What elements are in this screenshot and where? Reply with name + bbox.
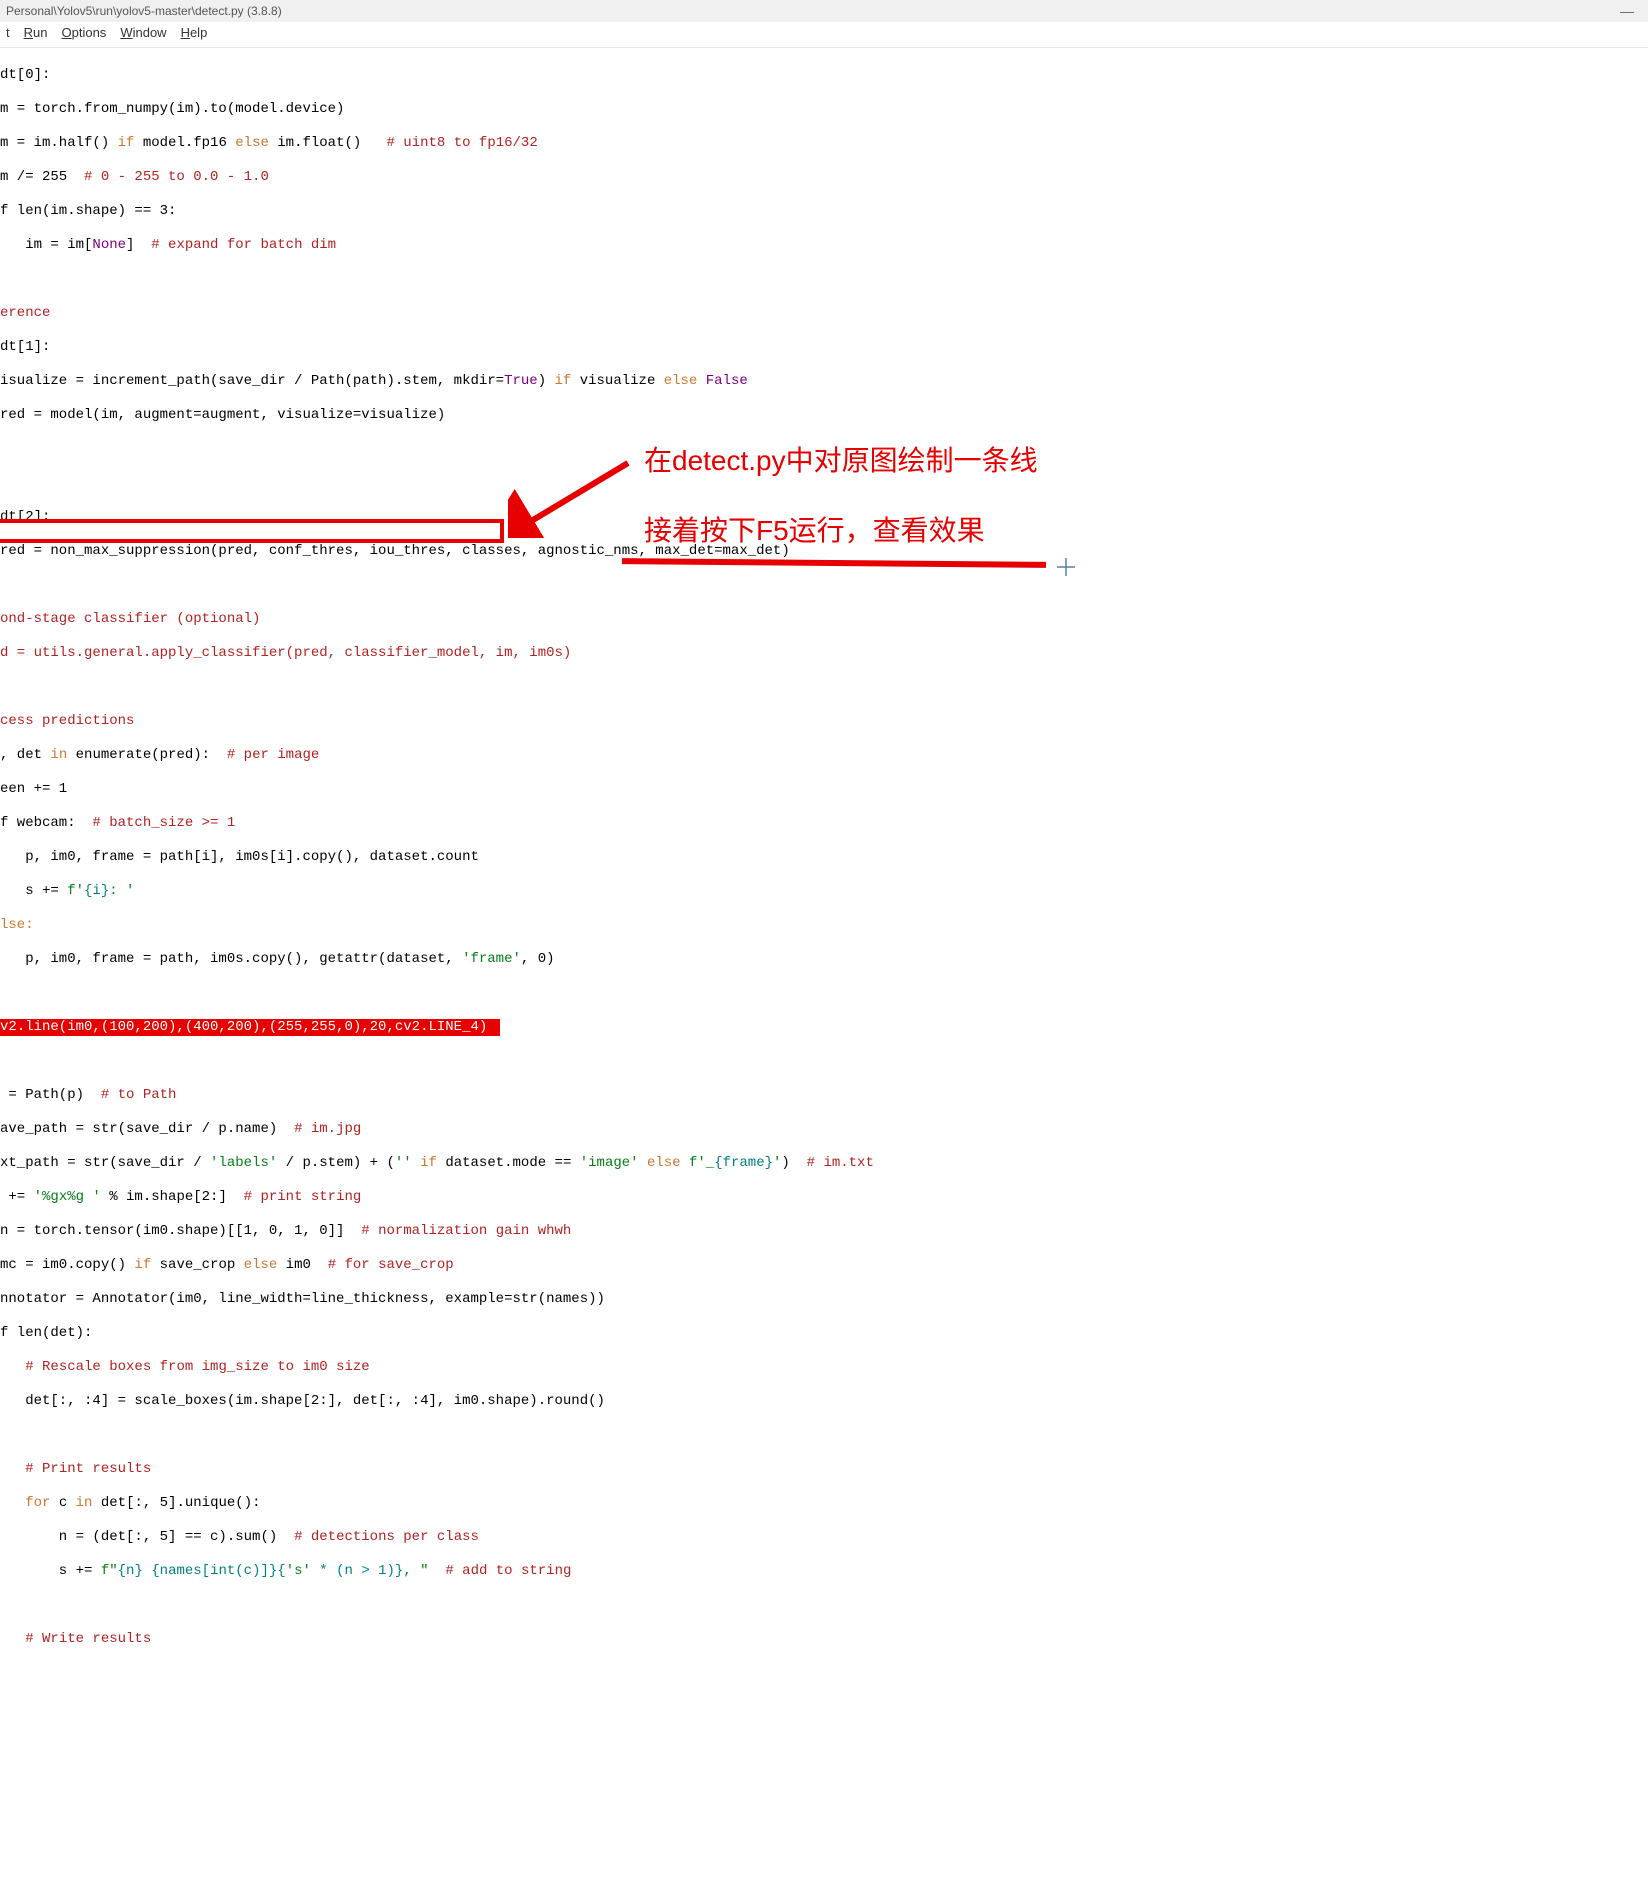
window-controls: — [1620,3,1642,19]
menu-edit[interactable]: t [6,25,10,44]
minimize-icon[interactable]: — [1620,3,1634,19]
annotation-underline [622,558,1046,568]
menu-run[interactable]: Run [24,25,48,44]
menu-window[interactable]: Window [120,25,166,44]
code-editor[interactable]: dt[0]: m = torch.from_numpy(im).to(model… [0,48,1648,1903]
menu-options[interactable]: Options [61,25,106,44]
annotation-line1: 在detect.py中对原图绘制一条线 [644,452,1038,469]
menu-bar: t Run Options Window Help [0,22,1648,48]
annotation-line2: 接着按下F5运行，查看效果 [644,522,985,539]
cursor-cross-icon [1057,558,1075,576]
arrow-icon [508,448,638,538]
title-bar: Personal\Yolov5\run\yolov5-master\detect… [0,0,1648,22]
highlight-box [0,519,504,543]
window-title: Personal\Yolov5\run\yolov5-master\detect… [6,4,282,18]
menu-help[interactable]: Help [181,25,208,44]
